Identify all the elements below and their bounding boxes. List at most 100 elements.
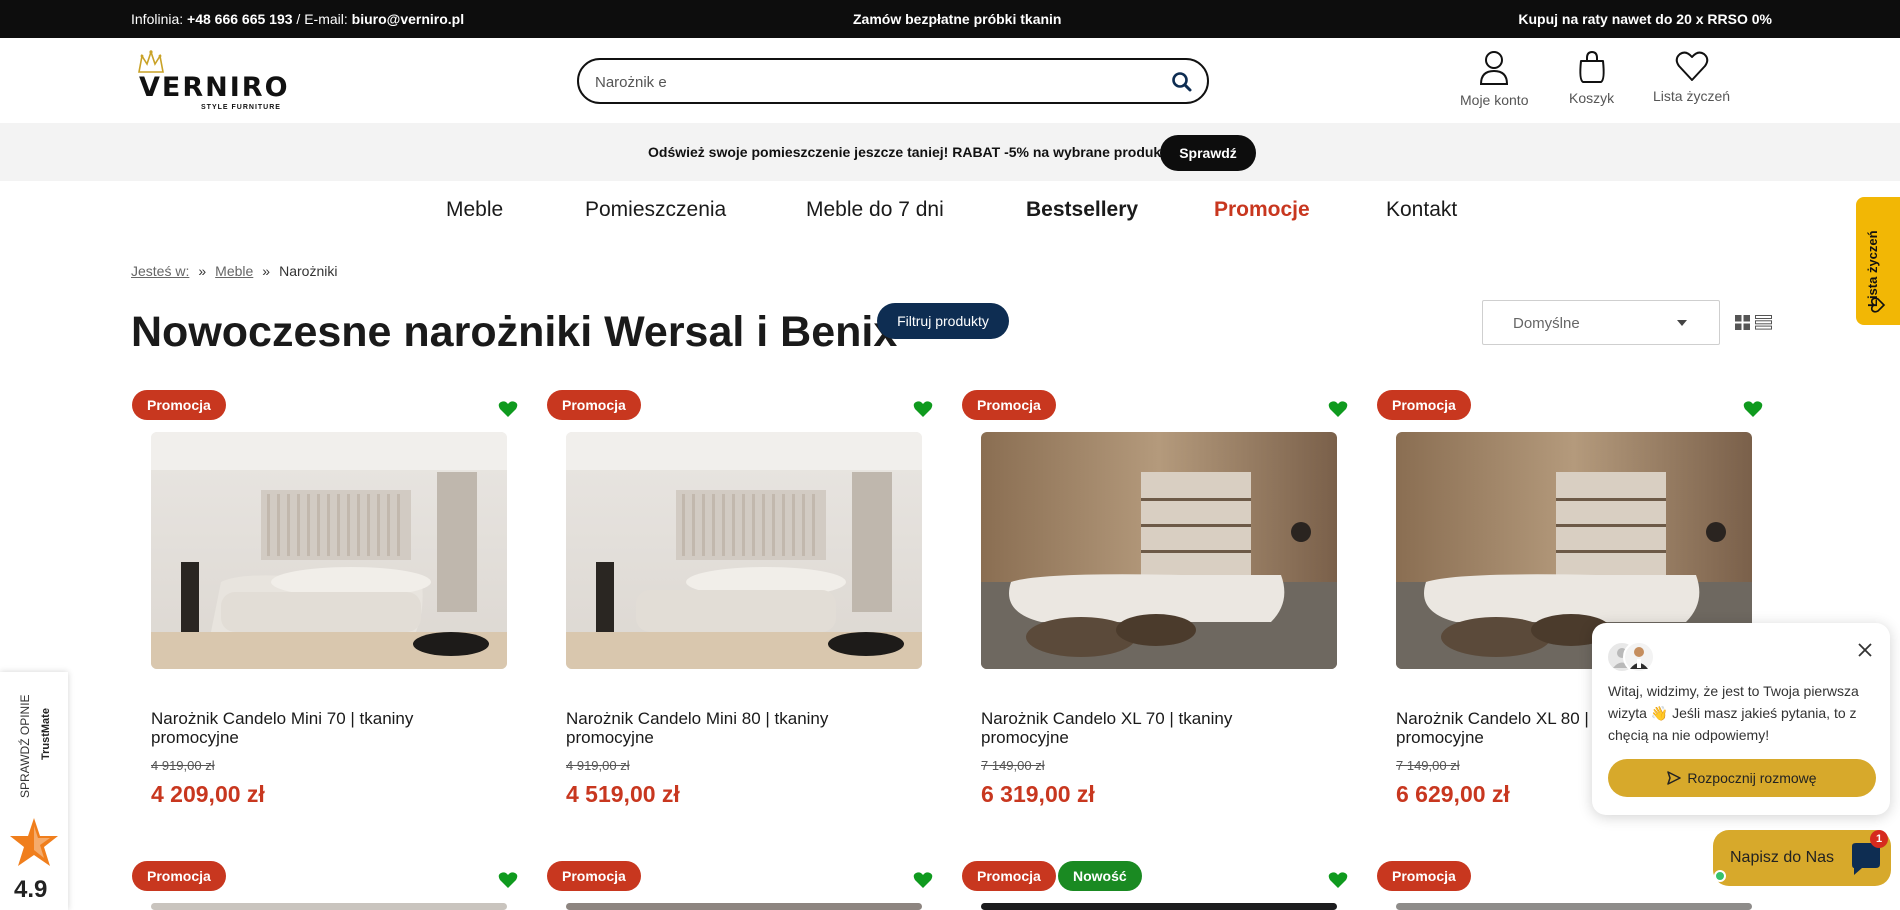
- heart-icon[interactable]: [1328, 871, 1348, 889]
- search-icon[interactable]: [1171, 71, 1193, 93]
- unread-badge: 1: [1870, 830, 1888, 848]
- product-name[interactable]: Narożnik Candelo Mini 70 | tkaniny promo…: [151, 709, 451, 747]
- nav-item-kontakt[interactable]: Kontakt: [1386, 198, 1457, 222]
- start-chat-label: Rozpocznij rozmowę: [1687, 770, 1817, 786]
- heart-icon[interactable]: [498, 400, 518, 418]
- top-info-bar: Infolinia: +48 666 665 193 / E-mail: biu…: [0, 0, 1900, 38]
- wishlist-side-tab[interactable]: Lista życzeń: [1856, 197, 1900, 325]
- product-card[interactable]: Promocja Narożnik Candelo XL 70 | tkanin…: [962, 390, 1348, 830]
- sofa-room-image: [566, 432, 922, 669]
- start-chat-button[interactable]: Rozpocznij rozmowę: [1608, 759, 1876, 797]
- trustmate-widget[interactable]: SPRAWDŹ OPINIE TrustMate 4.9: [0, 672, 68, 910]
- breadcrumb-separator: »: [262, 263, 271, 279]
- samples-link[interactable]: Zamów bezpłatne próbki tkanin: [853, 11, 1061, 27]
- product-name[interactable]: Narożnik Candelo Mini 80 | tkaniny promo…: [566, 709, 866, 747]
- heart-icon: [1675, 51, 1708, 81]
- product-card[interactable]: Promocja: [1377, 861, 1752, 910]
- nav-item-bestsellery[interactable]: Bestsellery: [1026, 198, 1138, 222]
- sofa-room-image: [981, 432, 1337, 669]
- promo-check-button[interactable]: Sprawdź: [1160, 135, 1256, 171]
- promo-text: Odśwież swoje pomieszczenie jeszcze tani…: [648, 144, 1174, 160]
- product-image[interactable]: [981, 432, 1337, 669]
- sort-select[interactable]: Domyślne: [1482, 300, 1720, 345]
- chat-popup: Witaj, widzimy, że jest to Twoja pierwsz…: [1592, 623, 1890, 815]
- promo-badge: Promocja: [962, 861, 1056, 891]
- product-image[interactable]: [1396, 903, 1752, 910]
- bag-icon: [1578, 50, 1605, 83]
- product-card[interactable]: Promocja Narożnik Candelo Mini 80 | tkan…: [547, 390, 933, 830]
- nav-item-meble-do-7-dni[interactable]: Meble do 7 dni: [806, 198, 944, 222]
- page-title: Nowoczesne narożniki Wersal i Benix: [131, 308, 898, 356]
- product-image[interactable]: [566, 432, 922, 669]
- chat-message: Witaj, widzimy, że jest to Twoja pierwsz…: [1608, 683, 1859, 743]
- product-image[interactable]: [566, 903, 922, 910]
- breadcrumb-link-meble[interactable]: Meble: [215, 263, 253, 279]
- email-label: / E-mail:: [292, 11, 352, 27]
- sofa-room-image: [151, 432, 507, 669]
- trustmate-rating: 4.9: [14, 876, 48, 903]
- product-card[interactable]: Promocja Nowość: [962, 861, 1348, 910]
- cart-link[interactable]: Koszyk: [1569, 50, 1614, 106]
- product-card[interactable]: Promocja: [547, 861, 933, 910]
- old-price: 4 919,00 zł: [151, 758, 215, 773]
- account-label: Moje konto: [1460, 92, 1529, 108]
- nav-item-pomieszczenia[interactable]: Pomieszczenia: [585, 198, 726, 222]
- email-link[interactable]: biuro@verniro.pl: [352, 11, 464, 27]
- main-navigation: Meble Pomieszczenia Meble do 7 dni Bests…: [0, 181, 1900, 241]
- heart-icon[interactable]: [913, 400, 933, 418]
- heart-icon: [1870, 297, 1886, 313]
- price: 6 629,00 zł: [1396, 781, 1510, 807]
- avatar: [1606, 641, 1655, 673]
- user-icon: [1480, 51, 1509, 85]
- chevron-down-icon: [1677, 320, 1687, 326]
- old-price: 7 149,00 zł: [1396, 758, 1460, 773]
- site-logo[interactable]: VERNIRO STYLE FURNITURE: [133, 50, 293, 112]
- product-image[interactable]: [151, 432, 507, 669]
- cart-label: Koszyk: [1569, 90, 1615, 106]
- heart-icon[interactable]: [1743, 400, 1763, 418]
- product-card[interactable]: Promocja Narożnik Candelo Mini 70 | tkan…: [132, 390, 518, 830]
- promo-badge: Promocja: [1377, 861, 1471, 891]
- list-view-icon[interactable]: [1755, 315, 1772, 330]
- nav-item-promocje[interactable]: Promocje: [1214, 198, 1310, 222]
- logo-tagline: STYLE FURNITURE: [201, 104, 281, 111]
- account-link[interactable]: Moje konto: [1460, 50, 1528, 108]
- phone-link[interactable]: +48 666 665 193: [187, 11, 293, 27]
- sort-value: Domyślne: [1513, 315, 1580, 332]
- old-price: 7 149,00 zł: [981, 758, 1045, 773]
- contact-info: Infolinia: +48 666 665 193 / E-mail: biu…: [131, 11, 464, 27]
- trustmate-brand: TrustMate: [40, 708, 52, 760]
- wishlist-label: Lista życzeń: [1653, 88, 1731, 104]
- product-image[interactable]: [151, 903, 507, 910]
- filter-products-button[interactable]: Filtruj produkty: [877, 303, 1009, 339]
- search-input[interactable]: [595, 70, 1155, 94]
- logo-wordmark: VERNIRO: [139, 72, 290, 103]
- heart-icon[interactable]: [913, 871, 933, 889]
- promo-badge: Promocja: [132, 861, 226, 891]
- product-name[interactable]: Narożnik Candelo XL 70 | tkaniny promocy…: [981, 709, 1281, 747]
- installments-link[interactable]: Kupuj na raty nawet do 20 x RRSO 0%: [1518, 11, 1772, 27]
- heart-icon[interactable]: [1328, 400, 1348, 418]
- breadcrumb: Jesteś w: » Meble » Narożniki: [131, 263, 337, 279]
- close-icon[interactable]: [1858, 643, 1872, 657]
- promo-badge: Promocja: [547, 861, 641, 891]
- nav-item-meble[interactable]: Meble: [446, 198, 503, 222]
- chat-widget[interactable]: Napisz do Nas 1: [1713, 830, 1891, 886]
- breadcrumb-separator: »: [198, 263, 207, 279]
- new-badge: Nowość: [1058, 861, 1142, 891]
- promo-banner: Odśwież swoje pomieszczenie jeszcze tani…: [0, 123, 1900, 181]
- search-bar: [577, 58, 1209, 104]
- grid-view-icon[interactable]: [1735, 315, 1750, 330]
- phone-label: Infolinia:: [131, 11, 188, 27]
- heart-icon[interactable]: [498, 871, 518, 889]
- breadcrumb-prefix[interactable]: Jesteś w:: [131, 263, 189, 279]
- product-image[interactable]: [981, 903, 1337, 910]
- promo-badge: Promocja: [132, 390, 226, 420]
- promo-badge: Promocja: [547, 390, 641, 420]
- wishlist-link[interactable]: Lista życzeń: [1653, 50, 1730, 104]
- price: 4 209,00 zł: [151, 781, 265, 807]
- product-card[interactable]: Promocja: [132, 861, 518, 910]
- promo-badge: Promocja: [962, 390, 1056, 420]
- online-status-dot: [1714, 870, 1726, 882]
- price: 6 319,00 zł: [981, 781, 1095, 807]
